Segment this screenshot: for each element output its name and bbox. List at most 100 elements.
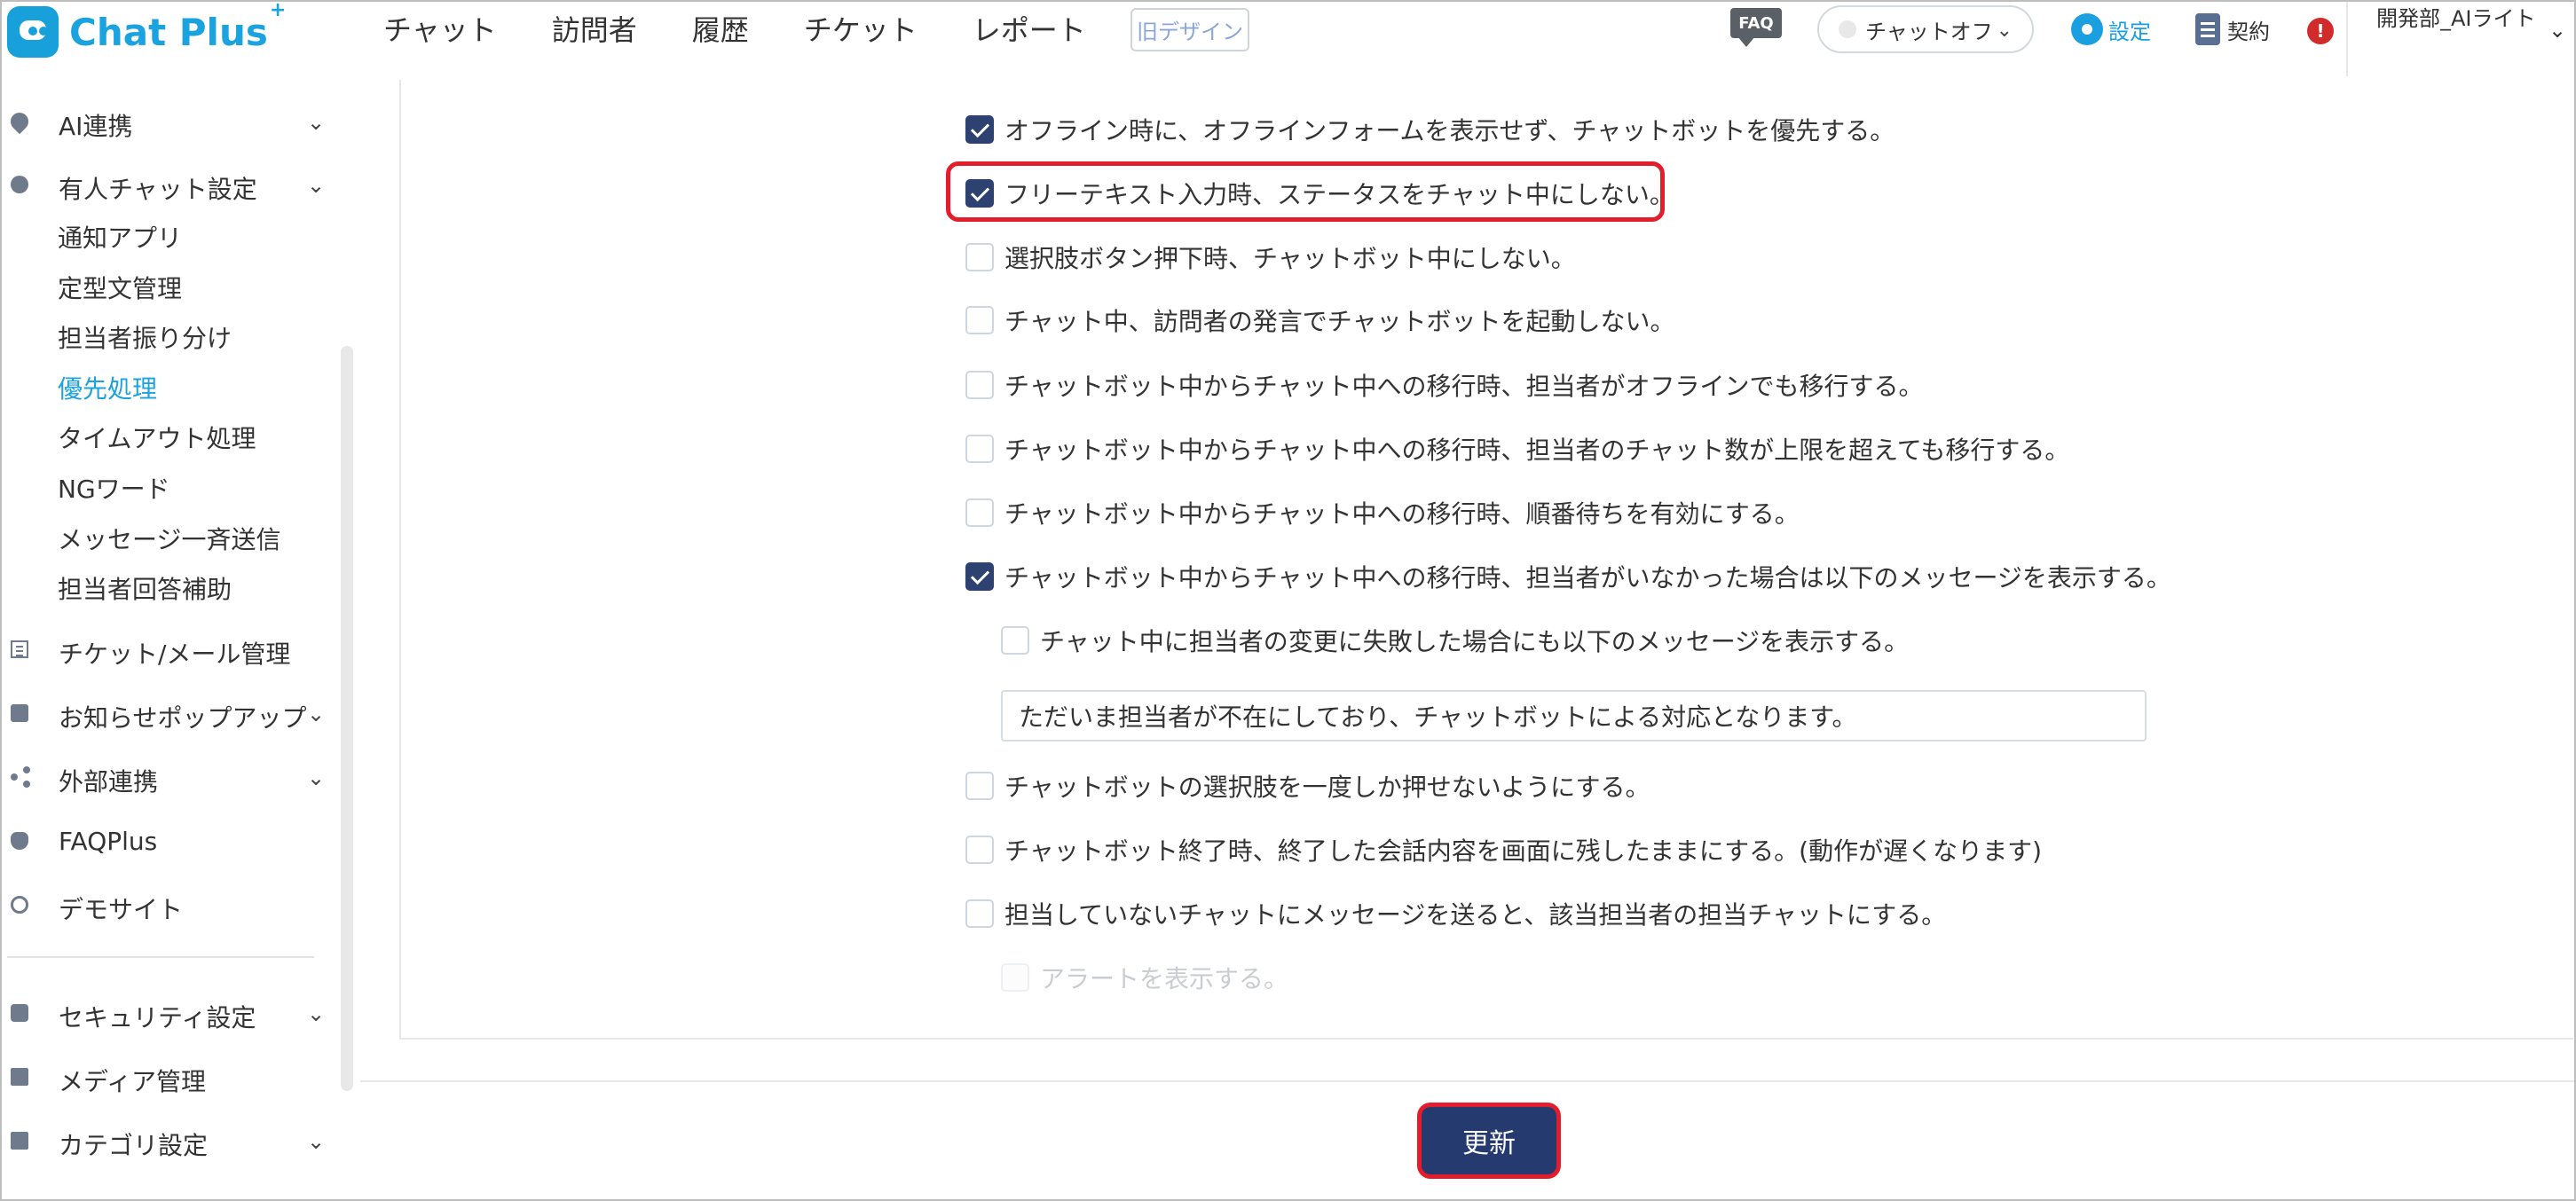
- chevron-down-icon: ⌄: [307, 1001, 326, 1026]
- checkbox-unchecked[interactable]: [965, 899, 994, 928]
- faq-icon[interactable]: FAQ: [1730, 8, 1782, 47]
- checkbox-unchecked[interactable]: [965, 498, 994, 527]
- sidebar-item-label: FAQPlus: [59, 827, 158, 856]
- sidebar-subitem-label: メッセージ一斉送信: [58, 525, 281, 554]
- nav-chat[interactable]: チャット: [383, 16, 497, 44]
- settings-link[interactable]: 設定: [2071, 13, 2151, 45]
- checkbox-disabled: [1001, 963, 1029, 992]
- sidebar-subitem-priority-processing[interactable]: 優先処理: [2, 367, 330, 404]
- checkbox-checked[interactable]: [965, 562, 994, 591]
- map-pin-icon: [6, 108, 33, 135]
- sidebar-subitem-broadcast-message[interactable]: メッセージ一斉送信: [2, 518, 330, 554]
- sidebar-item-ai-integration[interactable]: AI連携 ⌄: [2, 104, 330, 141]
- gear-icon: [2071, 13, 2103, 45]
- nav-history[interactable]: 履歴: [692, 16, 749, 44]
- sidebar-subitem-ng-words[interactable]: NGワード: [2, 467, 330, 504]
- checkbox-unchecked[interactable]: [1001, 626, 1029, 655]
- option-free-text-status[interactable]: フリーテキスト入力時、ステータスをチャット中にしない。: [965, 176, 1674, 211]
- sidebar-subitem-notification-app[interactable]: 通知アプリ: [2, 216, 330, 253]
- shield-icon: [11, 832, 28, 850]
- option-transfer-over-limit[interactable]: チャットボット中からチャット中への移行時、担当者のチャット数が上限を超えても移行…: [965, 431, 2069, 467]
- option-label: フリーテキスト入力時、ステータスをチャット中にしない。: [1004, 180, 1674, 209]
- list-icon: [11, 640, 28, 658]
- alert-icon[interactable]: !: [2307, 18, 2334, 44]
- update-button[interactable]: 更新: [1422, 1107, 1556, 1174]
- option-enable-queue[interactable]: チャットボット中からチャット中への移行時、順番待ちを有効にする。: [965, 495, 1800, 530]
- old-design-button[interactable]: 旧デザイン: [1130, 8, 1249, 51]
- option-offline-prioritize-chatbot[interactable]: オフライン時に、オフラインフォームを表示せず、チャットボットを優先する。: [965, 112, 1895, 147]
- option-visitor-message-no-chatbot[interactable]: チャット中、訪問者の発言でチャットボットを起動しない。: [965, 302, 1674, 338]
- sidebar-subitem-label: タイムアウト処理: [58, 424, 256, 453]
- checkbox-unchecked[interactable]: [965, 772, 994, 800]
- footer-divider: [360, 1080, 2574, 1082]
- app-window: Chat Plus+ チャット 訪問者 履歴 チケット レポート 旧デザイン F…: [0, 0, 2576, 1201]
- sidebar-item-label: カテゴリ設定: [59, 1131, 209, 1160]
- sidebar-item-label: 有人チャット設定: [59, 175, 257, 204]
- sidebar-divider: [7, 956, 314, 958]
- option-change-failure-message[interactable]: チャット中に担当者の変更に失敗した場合にも以下のメッセージを表示する。: [1001, 623, 1909, 658]
- sidebar-item-label: デモサイト: [59, 895, 184, 924]
- user-name[interactable]: 開発部_AIライト: [2376, 5, 2545, 62]
- image-icon: [11, 1068, 28, 1086]
- option-keep-conversation-after-end[interactable]: チャットボット終了時、終了した会話内容を画面に残したままにする。(動作が遅くなり…: [965, 832, 2042, 867]
- chat-status-label: チャットオフ: [1865, 19, 1993, 44]
- checkbox-unchecked[interactable]: [965, 306, 994, 334]
- sidebar-item-ticket-mail-management[interactable]: チケット/メール管理: [2, 632, 330, 669]
- contract-label: 契約: [2227, 19, 2270, 44]
- document-icon: [2195, 13, 2220, 45]
- sidebar-scrollbar[interactable]: [341, 346, 353, 1091]
- option-chatbot-choices-once[interactable]: チャットボットの選択肢を一度しか押せないようにする。: [965, 768, 1650, 804]
- nav-visitors[interactable]: 訪問者: [552, 16, 637, 44]
- sidebar-subitem-assignment[interactable]: 担当者振り分け: [2, 317, 330, 353]
- chevron-down-icon[interactable]: ⌄: [2548, 18, 2566, 43]
- checkbox-checked[interactable]: [965, 115, 994, 144]
- option-transfer-when-offline[interactable]: チャットボット中からチャット中への移行時、担当者がオフラインでも移行する。: [965, 367, 1923, 403]
- sidebar-item-announcement-popup[interactable]: お知らせポップアップ ⌄: [2, 695, 330, 733]
- sidebar-subitem-reply-assist[interactable]: 担当者回答補助: [2, 568, 330, 604]
- checkbox-unchecked[interactable]: [965, 836, 994, 864]
- sidebar-item-external-integration[interactable]: 外部連携 ⌄: [2, 759, 330, 797]
- sidebar-item-media-management[interactable]: メディア管理: [2, 1059, 330, 1096]
- logo-text: Chat Plus+: [69, 2, 286, 54]
- option-label: チャット中、訪問者の発言でチャットボットを起動しない。: [1004, 307, 1675, 336]
- sidebar-item-security-settings[interactable]: セキュリティ設定 ⌄: [2, 995, 330, 1032]
- sidebar-subitem-template-management[interactable]: 定型文管理: [2, 267, 330, 303]
- chevron-down-icon: ⌄: [307, 765, 326, 790]
- chatplus-logo: Chat Plus+: [7, 2, 286, 60]
- sidebar-item-operator-chat-settings[interactable]: 有人チャット設定 ⌄: [2, 167, 330, 204]
- sidebar-item-category-settings[interactable]: カテゴリ設定 ⌄: [2, 1123, 330, 1160]
- operator-icon: [11, 176, 28, 193]
- chevron-down-icon: ⌄: [307, 1129, 326, 1154]
- chevron-down-icon: ⌄: [307, 173, 326, 198]
- checkbox-checked[interactable]: [965, 179, 994, 208]
- checkbox-unchecked[interactable]: [965, 371, 994, 399]
- option-label: 担当していないチャットにメッセージを送ると、該当担当者の担当チャットにする。: [1004, 900, 1947, 930]
- sidebar-item-label: お知らせポップアップ: [59, 703, 307, 733]
- fallback-message-input[interactable]: ただいま担当者が不在にしており、チャットボットによる対応となります。: [1001, 690, 2147, 742]
- sidebar-subitem-label: 通知アプリ: [58, 224, 183, 253]
- sidebar-item-label: 外部連携: [59, 767, 159, 797]
- option-label: チャットボット中からチャット中への移行時、担当者のチャット数が上限を超えても移行…: [1004, 436, 2070, 465]
- option-choice-button-chatbot[interactable]: 選択肢ボタン押下時、チャットボット中にしない。: [965, 239, 1576, 275]
- option-label: チャットボット中からチャット中への移行時、担当者がオフラインでも移行する。: [1004, 372, 1924, 401]
- nav-reports[interactable]: レポート: [973, 16, 1086, 44]
- contract-link[interactable]: 契約: [2195, 13, 2270, 45]
- checkbox-unchecked[interactable]: [965, 243, 994, 271]
- sidebar-subitem-timeout-processing[interactable]: タイムアウト処理: [2, 417, 330, 453]
- sidebar-subitem-label: NGワード: [58, 475, 170, 504]
- option-no-operator-message[interactable]: チャットボット中からチャット中への移行時、担当者がいなかった場合は以下のメッセー…: [965, 559, 2171, 594]
- header-divider: [2346, 2, 2348, 76]
- sidebar-subitem-label: 担当者回答補助: [58, 575, 232, 604]
- chevron-down-icon: ⌄: [1996, 20, 2013, 42]
- sidebar-item-demo-site[interactable]: デモサイト: [2, 887, 330, 924]
- nav-tickets[interactable]: チケット: [804, 16, 918, 44]
- chat-status-toggle[interactable]: チャットオフ ⌄: [1817, 5, 2034, 53]
- option-assign-chat-on-message[interactable]: 担当していないチャットにメッセージを送ると、該当担当者の担当チャットにする。: [965, 896, 1946, 931]
- option-label: チャットボット中からチャット中への移行時、順番待ちを有効にする。: [1004, 499, 1800, 529]
- checkbox-unchecked[interactable]: [965, 435, 994, 463]
- logo-label: Chat Plus: [69, 10, 268, 54]
- sidebar-item-label: チケット/メール管理: [59, 640, 291, 669]
- sidebar-item-faqplus[interactable]: FAQPlus: [2, 823, 330, 859]
- option-label: チャットボット終了時、終了した会話内容を画面に残したままにする。(動作が遅くなり…: [1004, 836, 2043, 866]
- option-label: チャットボット中からチャット中への移行時、担当者がいなかった場合は以下のメッセー…: [1004, 563, 2171, 593]
